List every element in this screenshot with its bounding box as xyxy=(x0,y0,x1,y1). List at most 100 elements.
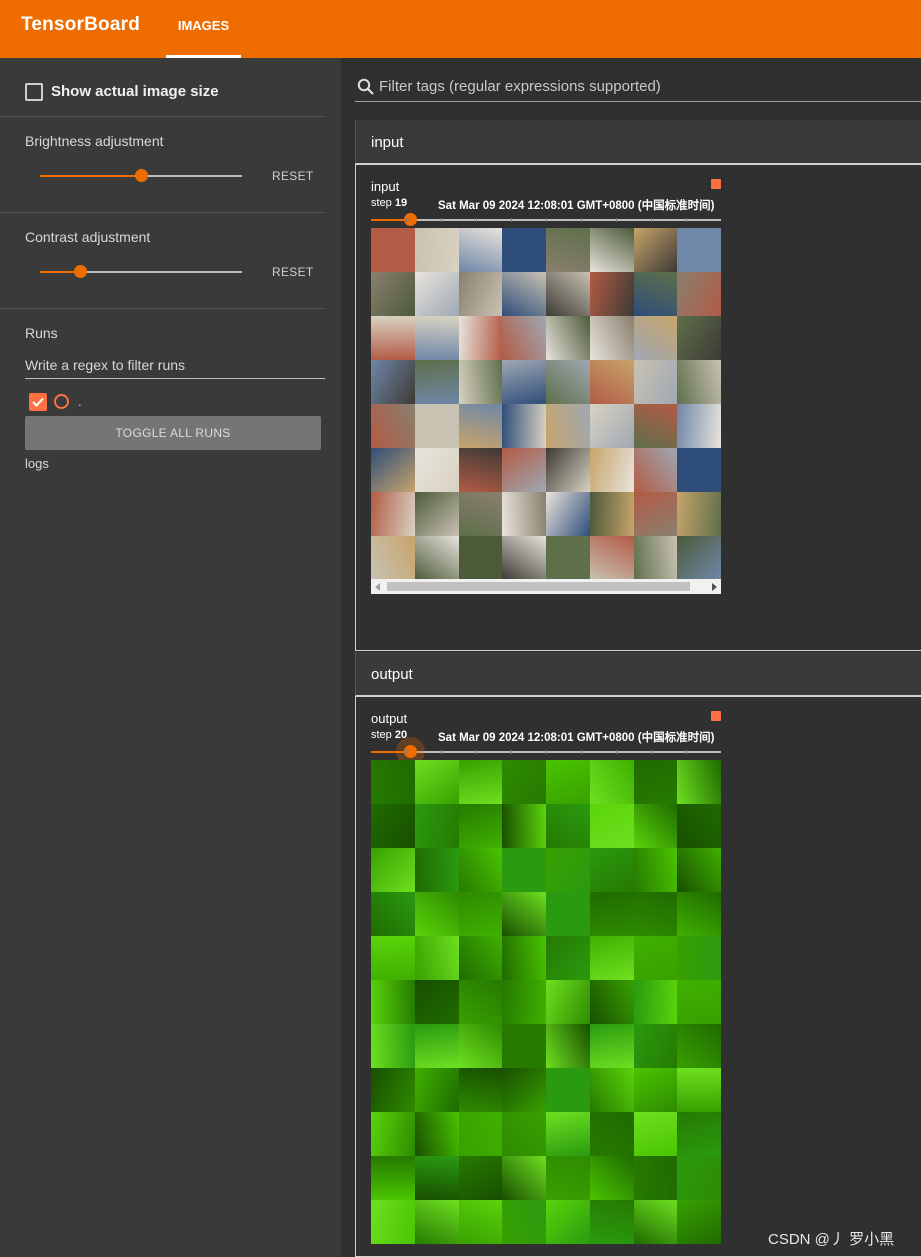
image-thumbnail xyxy=(371,1156,415,1200)
image-thumbnail xyxy=(546,1200,590,1244)
image-thumbnail xyxy=(677,980,721,1024)
image-thumbnail xyxy=(371,360,415,404)
scroll-left-icon[interactable] xyxy=(375,583,380,591)
image-thumbnail xyxy=(677,804,721,848)
image-thumbnail xyxy=(633,848,678,892)
image-thumbnail xyxy=(633,448,678,492)
run-checkbox[interactable] xyxy=(29,393,47,411)
scroll-right-icon[interactable] xyxy=(712,583,717,591)
image-thumbnail xyxy=(414,228,459,272)
app-title[interactable]: TensorBoard xyxy=(21,14,140,36)
contrast-slider-thumb[interactable] xyxy=(74,265,87,278)
image-thumbnail xyxy=(414,1068,459,1112)
image-thumbnail xyxy=(458,316,503,360)
brightness-slider-fill xyxy=(40,175,141,177)
show-actual-size-label[interactable]: Show actual image size xyxy=(51,83,219,100)
image-thumbnail xyxy=(677,360,721,404)
contrast-slider[interactable] xyxy=(40,265,242,278)
image-thumbnail xyxy=(502,272,546,316)
step-slider[interactable] xyxy=(371,213,721,226)
expand-icon[interactable] xyxy=(711,711,721,721)
image-thumbnail xyxy=(371,892,415,936)
scrollbar-thumb[interactable] xyxy=(387,582,690,591)
card-step: step 19 xyxy=(371,197,408,209)
image-thumbnail xyxy=(589,804,634,848)
step-tick xyxy=(686,218,687,222)
image-thumbnail xyxy=(589,360,634,404)
image-thumbnail xyxy=(677,848,721,892)
show-actual-size-checkbox[interactable] xyxy=(25,83,43,101)
card-timestamp: Sat Mar 09 2024 12:08:01 GMT+0800 (中国标准时… xyxy=(438,200,715,212)
image-thumbnail xyxy=(546,892,590,936)
image-thumbnail xyxy=(546,272,590,316)
image-thumbnail xyxy=(414,848,459,892)
image-thumbnail xyxy=(371,536,415,580)
image-thumbnail xyxy=(414,760,459,804)
tag-filter[interactable]: Filter tags (regular expressions support… xyxy=(355,74,921,102)
image-card-input: input step 19 Sat Mar 09 2024 12:08:01 G… xyxy=(355,164,921,651)
image-thumbnail xyxy=(633,272,678,316)
brightness-slider[interactable] xyxy=(40,169,242,182)
image-thumbnail xyxy=(414,980,459,1024)
runs-filter-input[interactable]: Write a regex to filter runs xyxy=(25,355,325,379)
image-thumbnail xyxy=(371,848,415,892)
image-thumbnail xyxy=(633,804,678,848)
step-tick xyxy=(406,218,407,222)
image-thumbnail xyxy=(633,1112,678,1156)
horizontal-scrollbar[interactable] xyxy=(371,579,721,594)
image-thumbnail xyxy=(414,1156,459,1200)
check-icon xyxy=(32,397,44,407)
image-thumbnail xyxy=(371,228,415,272)
image-thumbnail xyxy=(502,536,546,580)
image-thumbnail xyxy=(371,1068,415,1112)
image-thumbnail xyxy=(502,316,546,360)
contrast-reset-button[interactable]: RESET xyxy=(272,265,314,279)
tag-filter-input[interactable]: Filter tags (regular expressions support… xyxy=(379,78,661,95)
divider xyxy=(0,212,325,213)
divider xyxy=(0,116,325,117)
image-thumbnail xyxy=(458,804,503,848)
image-thumbnail xyxy=(677,1156,721,1200)
image-thumbnail xyxy=(414,272,459,316)
toggle-all-runs-button[interactable]: TOGGLE ALL RUNS xyxy=(25,416,321,450)
expand-icon[interactable] xyxy=(711,179,721,189)
brightness-title: Brightness adjustment xyxy=(25,133,164,149)
image-thumbnail xyxy=(589,980,634,1024)
group-header-input[interactable]: input xyxy=(355,120,921,164)
step-tick xyxy=(511,750,512,754)
image-thumbnail xyxy=(589,1068,634,1112)
brightness-reset-button[interactable]: RESET xyxy=(272,169,314,183)
group-title: output xyxy=(371,666,413,683)
step-tick xyxy=(441,218,442,222)
image-thumbnail xyxy=(633,1068,678,1112)
card-title: input xyxy=(371,179,400,194)
tab-images[interactable]: IMAGES xyxy=(166,0,241,58)
image-thumbnail xyxy=(502,228,546,272)
image-thumbnail xyxy=(414,1024,459,1068)
image-thumbnail xyxy=(677,892,721,936)
image-thumbnail xyxy=(677,492,721,536)
group-header-output[interactable]: output xyxy=(355,652,921,696)
image-thumbnail xyxy=(633,536,678,580)
step-tick xyxy=(441,750,442,754)
run-color-circle-icon[interactable] xyxy=(54,394,69,409)
step-tick xyxy=(546,750,547,754)
step-tick xyxy=(651,750,652,754)
image-thumbnail xyxy=(458,1156,503,1200)
brightness-slider-thumb[interactable] xyxy=(135,169,148,182)
step-tick xyxy=(616,750,617,754)
divider xyxy=(0,308,325,309)
image-thumbnail xyxy=(546,760,590,804)
image-thumbnail xyxy=(371,980,415,1024)
image-thumbnail xyxy=(633,228,678,272)
image-thumbnail xyxy=(502,1156,546,1200)
step-tick xyxy=(546,218,547,222)
image-thumbnail xyxy=(502,360,546,404)
image-thumbnail xyxy=(546,936,590,980)
step-slider[interactable] xyxy=(371,737,721,766)
image-thumbnail xyxy=(414,536,459,580)
image-thumbnail xyxy=(458,760,503,804)
image-card-output: output step 20 Sat Mar 09 2024 12:08:01 … xyxy=(355,696,921,1257)
image-thumbnail xyxy=(458,892,503,936)
image-thumbnail xyxy=(589,892,634,936)
